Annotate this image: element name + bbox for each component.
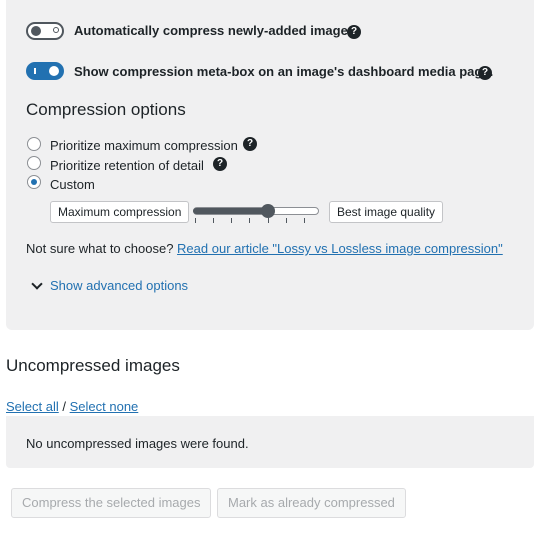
auto-compress-label: Automatically compress newly-added image… <box>74 23 356 38</box>
selection-links: Select all / Select none <box>6 399 138 414</box>
uncompressed-images-heading: Uncompressed images <box>6 356 180 375</box>
slider-tick <box>286 218 287 223</box>
radio-retain-detail-label[interactable]: Prioritize retention of detail <box>50 158 204 173</box>
help-icon[interactable]: ? <box>213 157 227 171</box>
select-none-link[interactable]: Select none <box>70 399 139 414</box>
slider-tick <box>249 218 250 223</box>
show-advanced-options-toggle[interactable]: Show advanced options <box>50 278 188 293</box>
lossy-vs-lossless-article-link[interactable]: Read our article "Lossy vs Lossless imag… <box>177 241 503 256</box>
compression-options-heading: Compression options <box>26 100 186 119</box>
quality-slider-fill <box>193 208 268 214</box>
meta-box-toggle[interactable] <box>26 62 64 80</box>
slider-tick <box>231 218 232 223</box>
radio-custom[interactable] <box>27 175 41 189</box>
auto-compress-toggle[interactable] <box>26 22 64 40</box>
help-icon[interactable]: ? <box>243 137 257 151</box>
toggle-on-indicator-icon <box>34 68 36 74</box>
slider-tick <box>213 218 214 223</box>
slider-tick <box>195 218 196 223</box>
radio-max-compression[interactable] <box>27 137 41 151</box>
selection-separator: / <box>62 399 66 414</box>
choose-help-line: Not sure what to choose? Read our articl… <box>26 241 503 256</box>
radio-custom-label[interactable]: Custom <box>50 177 95 192</box>
help-icon[interactable]: ? <box>347 25 361 39</box>
slider-max-label: Best image quality <box>329 201 444 223</box>
mark-compressed-button[interactable]: Mark as already compressed <box>217 488 406 518</box>
quality-slider-thumb[interactable] <box>261 204 275 218</box>
meta-box-label: Show compression meta-box on an image's … <box>74 64 494 79</box>
select-all-link[interactable]: Select all <box>6 399 59 414</box>
slider-tick <box>268 218 269 223</box>
no-uncompressed-message: No uncompressed images were found. <box>26 436 249 451</box>
slider-tick <box>304 218 305 223</box>
choose-help-text: Not sure what to choose? <box>26 241 174 256</box>
toggle-knob <box>49 66 59 76</box>
toggle-knob <box>31 26 41 36</box>
radio-retain-detail[interactable] <box>27 156 41 170</box>
slider-min-label: Maximum compression <box>50 201 190 223</box>
toggle-off-indicator-icon <box>53 27 59 33</box>
compress-selected-button[interactable]: Compress the selected images <box>11 488 212 518</box>
help-icon[interactable]: ? <box>478 66 492 80</box>
radio-max-compression-label[interactable]: Prioritize maximum compression <box>50 138 238 153</box>
